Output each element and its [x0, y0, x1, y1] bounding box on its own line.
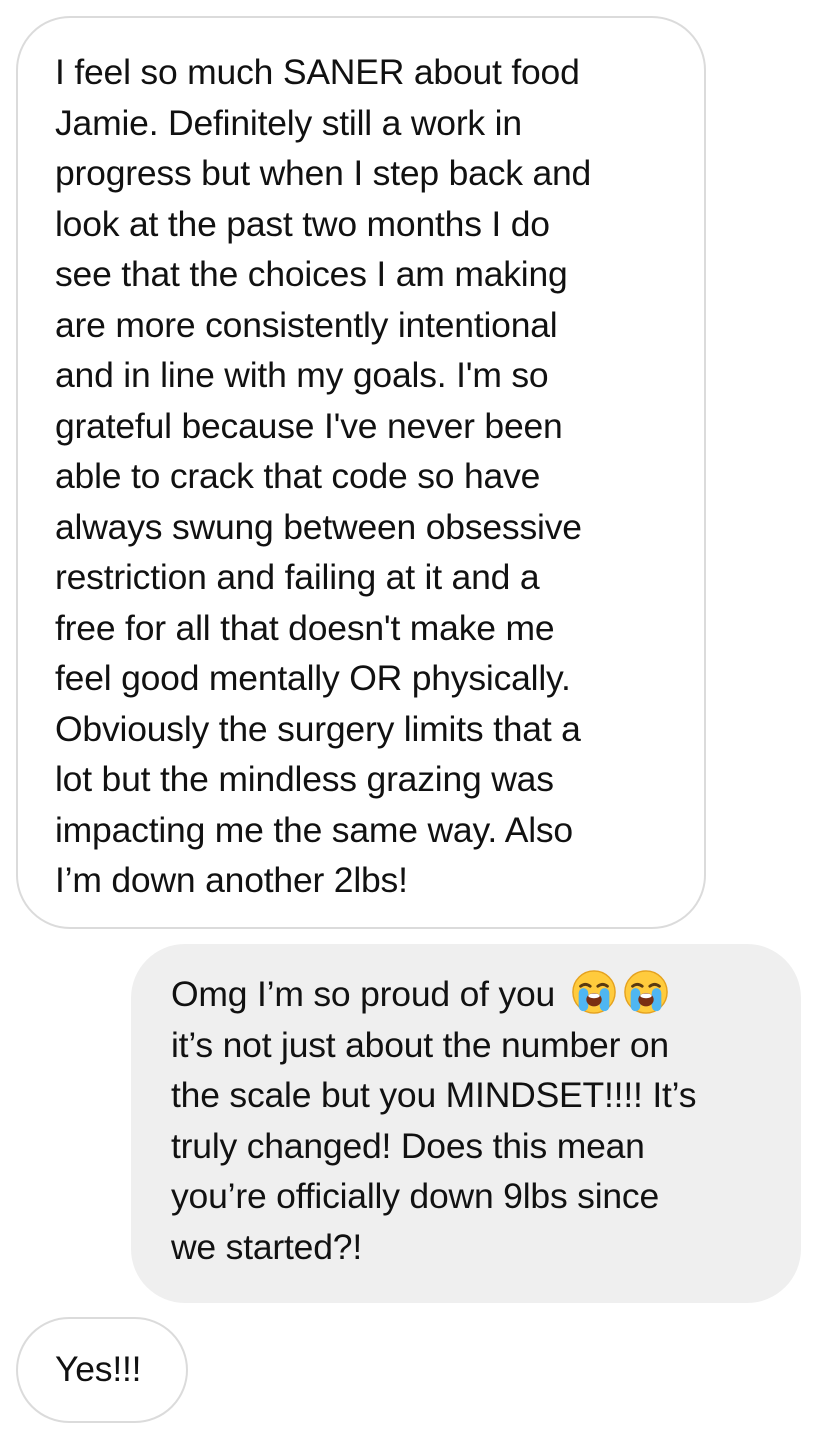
message-text-line: look at the past two months I do	[55, 203, 550, 244]
message-text-line: we started?!	[171, 1226, 362, 1267]
message-text-line-with-emoji: Omg I’m so proud of you	[171, 969, 781, 1020]
message-text-line: Jamie. Definitely still a work in	[55, 102, 522, 143]
message-text-line: impacting me the same way. Also	[55, 809, 573, 850]
message-text-line: truly changed! Does this mean	[171, 1125, 645, 1166]
message-text-line: Obviously the surgery limits that a	[55, 708, 581, 749]
message-text-line: see that the choices I am making	[55, 254, 568, 294]
message-text: Omg I’m so proud of you	[171, 974, 556, 1014]
message-text-line: restriction and failing at it and a	[55, 557, 540, 597]
message-text-line: always swung between obsessive	[55, 506, 582, 547]
incoming-message-bubble[interactable]: I feel so much SANER about food Jamie. D…	[16, 16, 706, 929]
message-text-line: you’re officially down 9lbs since	[171, 1176, 660, 1216]
outgoing-message-bubble[interactable]: Omg I’m so proud of you it’s not just ab…	[131, 944, 801, 1303]
message-text-line: and in line with my goals. I'm so	[55, 355, 549, 395]
message-text-line: grateful because I've never been	[55, 405, 563, 446]
message-text-line: I feel so much SANER about food	[55, 52, 580, 92]
message-text-line: the scale but you MINDSET!!!! It’s	[171, 1075, 697, 1115]
loudly-crying-face-icon	[623, 970, 668, 1014]
message-text-line: progress but when I step back and	[55, 153, 592, 193]
message-text-line: free for all that doesn't make me	[55, 607, 555, 648]
message-text-line: lot but the mindless grazing was	[55, 759, 554, 799]
message-text-line: Yes!!!	[55, 1349, 142, 1389]
loudly-crying-face-icon	[571, 970, 616, 1014]
message-text-line: feel good mentally OR physically.	[55, 658, 571, 698]
incoming-message-bubble[interactable]: Yes!!!	[16, 1317, 188, 1423]
message-text-line: able to crack that code so have	[55, 456, 541, 496]
message-text-line: I’m down another 2lbs!	[55, 860, 408, 900]
message-text-line: it’s not just about the number on	[171, 1024, 669, 1065]
message-text-line: are more consistently intentional	[55, 304, 558, 345]
